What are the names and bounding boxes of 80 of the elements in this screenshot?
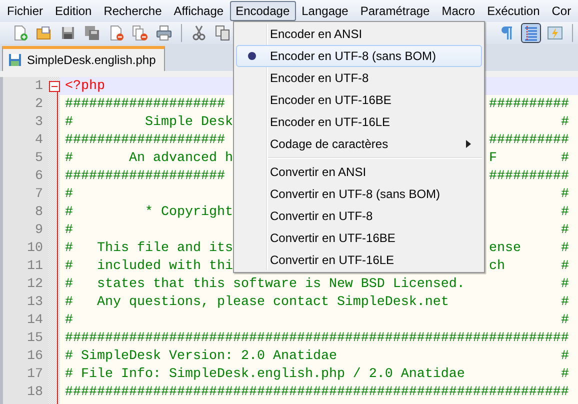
code-text: # [561,186,569,202]
code-text: # [561,312,569,328]
code-text: # Any questions, please contact SimpleDesk.net [65,294,449,310]
code-text: # [561,222,569,238]
code-text: #################### [65,96,225,112]
menu-item[interactable]: Exécution [481,1,546,21]
line-number: 11 [26,258,43,274]
line-number: 16 [26,348,43,364]
code-text: #################### [65,132,225,148]
line-number: 18 [26,384,43,400]
line-number: 12 [26,276,43,292]
fold-icon[interactable] [48,80,60,92]
line-number: 15 [26,330,43,346]
code-text: # [561,294,569,310]
menu-item[interactable]: Affichage [168,1,230,21]
code-text: # [65,222,73,238]
code-text: # An advanced h [65,150,233,166]
menu-item[interactable]: Edition [49,1,98,21]
code-text: <?php [65,78,105,94]
printer-icon[interactable] [154,23,174,43]
line-number: 10 [26,240,43,256]
code-text: ########## [489,96,569,112]
line-number: 5 [34,150,43,166]
code-text: # states that this software is New BSD Licensed. [65,276,465,292]
code-text: ########## [489,132,569,148]
code-text: # Simple Desk [65,114,233,130]
menu-option[interactable]: Encoder en UTF-16BE [236,89,482,111]
menu-option[interactable]: Convertir en UTF-8 (sans BOM) [236,183,482,205]
code-text: # included with thi [65,258,233,274]
menu-item[interactable]: Paramétrage [354,1,436,21]
code-text: # [65,312,73,328]
menu-item[interactable]: Encodage [230,1,296,21]
code-text: # File Info: SimpleDesk.english.php / 2.0 Anatidae [65,366,465,382]
code-text: #################### [65,168,225,184]
code-text: F # [489,150,569,166]
menu-option[interactable]: Convertir en UTF-16LE [236,249,482,271]
line-number: 3 [34,114,43,130]
code-text: # * Copyright [65,204,233,220]
code-text: # [561,204,569,220]
menu-item[interactable]: Fichier [1,1,50,21]
code-text: # [65,186,73,202]
code-text: # [561,276,569,292]
code-text: ense # [489,240,569,256]
submenu-arrow-icon [466,140,471,148]
indent-guide-icon[interactable] [521,23,541,43]
line-number: 8 [34,204,43,220]
menu-option[interactable]: Codage de caractères [236,133,482,155]
menu-item[interactable]: Macro [436,1,482,21]
line-number: 13 [26,294,43,310]
save-all-icon[interactable] [82,23,102,43]
code-text: ########## [489,168,569,184]
menu-option[interactable]: Encoder en UTF-16LE [236,111,482,133]
menu-option[interactable]: Encoder en UTF-8 [236,67,482,89]
line-number: 9 [34,222,43,238]
line-number: 6 [34,168,43,184]
code-text: # This file and its [65,240,233,256]
line-number: 4 [34,132,43,148]
menu-option[interactable]: Encoder en UTF-8 (sans BOM) [236,45,482,67]
menu-item[interactable]: Cor [546,1,578,21]
line-number: 7 [34,186,43,202]
radio-dot-icon [248,52,256,60]
code-text: ch # [489,258,569,274]
code-text: # [561,348,569,364]
file-tab[interactable]: SimpleDesk.english.php [2,46,165,71]
code-text: ############################################################### [65,330,569,346]
save-icon [8,53,22,67]
menu-item[interactable]: Recherche [98,1,168,21]
line-number: 1 [34,78,43,94]
close-all-icon[interactable] [130,23,150,43]
line-number: 2 [34,96,43,112]
menu-option[interactable]: Convertir en UTF-16BE [236,227,482,249]
code-text: ############################################################### [65,384,569,400]
menu-option[interactable]: Convertir en UTF-8 [236,205,482,227]
code-text: # [561,114,569,130]
menu-item[interactable]: Langage [296,1,354,21]
menu-option[interactable]: Convertir en ANSI [236,161,482,183]
code-text: # [561,366,569,382]
line-number: 17 [26,366,43,382]
code-text: # SimpleDesk Version: 2.0 Anatidae [65,348,337,364]
line-number: 14 [26,312,43,328]
